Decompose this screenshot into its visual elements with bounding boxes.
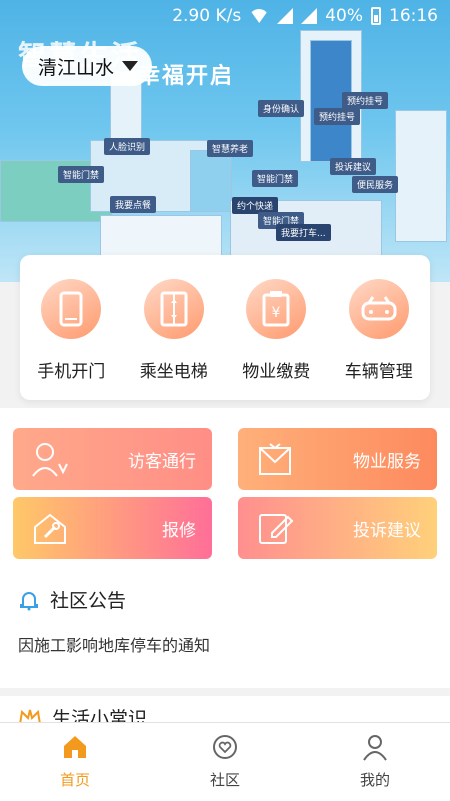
tile-label: 报修 xyxy=(162,520,196,541)
hero-slogan-sub: 幸福开启 xyxy=(138,64,235,89)
map-tag: 我要打车... xyxy=(276,224,331,241)
car-icon xyxy=(348,279,409,339)
community-icon xyxy=(213,735,237,759)
service-icon xyxy=(259,443,291,475)
map-tag: 我要点餐 xyxy=(110,196,157,213)
bell-icon xyxy=(20,591,38,610)
map-tag: 身份确认 xyxy=(258,100,305,117)
map-tag: 便民服务 xyxy=(352,176,399,193)
map-tag: 投诉建议 xyxy=(330,158,377,175)
notice-title: 社区公告 xyxy=(50,590,127,612)
quick-action-phone-door[interactable]: 手机开门 xyxy=(21,279,121,382)
wifi-icon xyxy=(249,9,270,23)
location-selector[interactable]: 清江山水 xyxy=(22,46,153,86)
status-bar: 2.90 K/s 40% 16:16 xyxy=(0,0,450,32)
map-tag: 智能门禁 xyxy=(252,170,299,187)
tab-home[interactable]: 首页 xyxy=(25,723,125,790)
tab-label: 首页 xyxy=(59,771,90,789)
tile-label: 投诉建议 xyxy=(353,520,421,541)
signal-icon xyxy=(301,8,318,24)
services-section: 访客通行 物业服务 报修 投诉建议 社区公告 因施工影响地库停车的通知 xyxy=(0,408,450,688)
quick-action-label: 手机开门 xyxy=(37,362,106,382)
map-tag: 智能门禁 xyxy=(58,166,105,183)
caret-down-icon xyxy=(122,61,139,71)
svg-text:¥: ¥ xyxy=(272,305,281,321)
quick-actions-card: 手机开门 乘坐电梯 ¥ 物业缴费 车辆管理 xyxy=(20,255,430,400)
quick-action-label: 物业缴费 xyxy=(242,362,311,382)
quick-action-label: 车辆管理 xyxy=(344,362,413,382)
map-tag: 预约挂号 xyxy=(314,108,361,125)
clock: 16:16 xyxy=(389,6,438,26)
map-tag: 人脸识别 xyxy=(104,138,151,155)
battery-percent: 40% xyxy=(325,6,363,26)
tab-label: 我的 xyxy=(359,771,390,789)
tab-mine[interactable]: 我的 xyxy=(325,723,425,790)
network-speed: 2.90 K/s xyxy=(172,6,242,26)
quick-action-bill-pay[interactable]: ¥ 物业缴费 xyxy=(226,279,326,382)
tile-repair[interactable]: 报修 xyxy=(13,497,212,559)
quick-action-label: 乘坐电梯 xyxy=(139,362,208,382)
phone-building xyxy=(190,150,232,212)
tab-label: 社区 xyxy=(209,771,240,789)
visitor-icon xyxy=(32,443,68,477)
tile-property-service[interactable]: 物业服务 xyxy=(238,428,437,490)
edit-icon xyxy=(259,514,294,544)
user-icon xyxy=(363,735,387,761)
repair-icon xyxy=(34,513,66,544)
quick-action-elevator[interactable]: 乘坐电梯 xyxy=(124,279,224,382)
tile-label: 物业服务 xyxy=(353,451,421,472)
elevator-icon xyxy=(143,279,204,339)
tile-visitor-pass[interactable]: 访客通行 xyxy=(13,428,212,490)
tab-community[interactable]: 社区 xyxy=(175,723,275,790)
phone-icon xyxy=(41,279,102,339)
signal-icon xyxy=(277,8,294,24)
map-tag: 预约挂号 xyxy=(342,92,389,109)
notice-header: 社区公告 xyxy=(18,586,126,613)
right-building xyxy=(395,110,447,242)
bill-icon: ¥ xyxy=(246,279,307,339)
bottom-tab-bar: 首页 社区 我的 xyxy=(0,722,450,801)
battery-icon xyxy=(371,7,381,25)
tile-label: 访客通行 xyxy=(128,451,196,472)
home-icon xyxy=(64,736,86,758)
location-name: 清江山水 xyxy=(38,56,115,79)
map-tag: 智慧养老 xyxy=(207,140,254,157)
tile-complaint[interactable]: 投诉建议 xyxy=(238,497,437,559)
hero-banner: 智慧生活 幸福开启 身份确认 预约挂号 预约挂号 人脸识别 智慧养老 智能门禁 … xyxy=(0,0,450,282)
notice-item[interactable]: 因施工影响地库停车的通知 xyxy=(18,632,210,656)
quick-action-car[interactable]: 车辆管理 xyxy=(329,279,429,382)
